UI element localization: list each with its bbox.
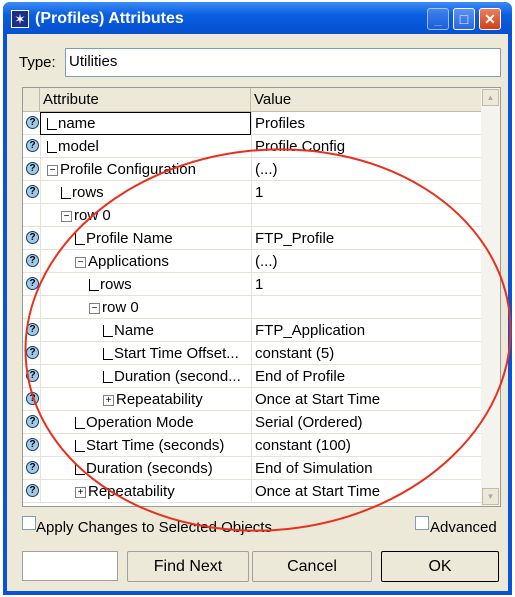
annotation-layer [24,148,512,532]
red-circle-annotation [24,148,512,532]
